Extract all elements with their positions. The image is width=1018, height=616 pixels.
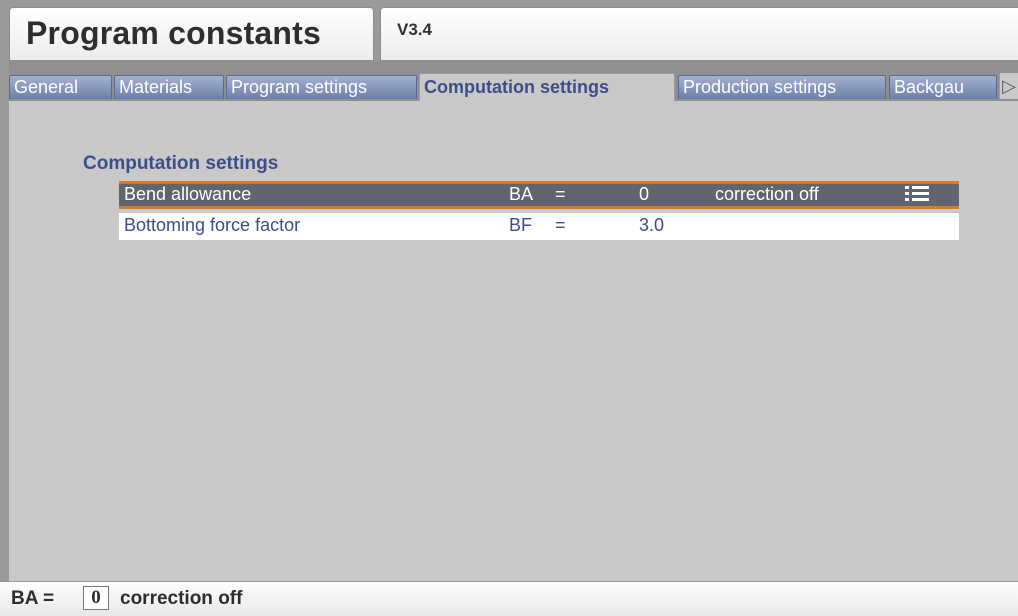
tab-bar: General Materials Program settings Compu…: [9, 61, 1018, 101]
param-equals: =: [555, 184, 566, 204]
title-panel: Program constants: [9, 7, 374, 61]
tab-materials[interactable]: Materials: [114, 75, 224, 99]
tab-scroll-right-icon[interactable]: ▷: [999, 73, 1018, 99]
content-panel: Computation settings Bend allowance BA =…: [9, 101, 1018, 581]
section-title: Computation settings: [83, 153, 279, 174]
param-value[interactable]: 3.0: [639, 215, 664, 236]
tab-backgauge[interactable]: Backgau: [889, 75, 997, 99]
param-symbol: BA: [509, 184, 534, 204]
param-extra: correction off: [715, 184, 819, 204]
status-text: correction off: [120, 588, 243, 609]
version-label: V3.4: [397, 20, 432, 39]
param-row-bottoming-force-factor[interactable]: Bottoming force factor BF = 3.0: [119, 213, 959, 240]
param-value[interactable]: 0: [639, 184, 649, 205]
version-panel: V3.4: [380, 7, 1018, 61]
tab-production-settings[interactable]: Production settings: [678, 75, 886, 99]
status-value-field[interactable]: 0: [83, 586, 109, 610]
tab-general[interactable]: General: [9, 75, 112, 99]
param-row-bend-allowance[interactable]: Bend allowance BA = 0 correction off: [119, 181, 959, 209]
tab-program-settings[interactable]: Program settings: [226, 75, 417, 99]
status-bar: BA = 0 correction off: [0, 581, 1018, 616]
tab-computation-settings[interactable]: Computation settings: [419, 73, 675, 101]
list-icon[interactable]: [905, 184, 929, 207]
page-title: Program constants: [26, 15, 322, 51]
status-label: BA =: [11, 588, 55, 609]
param-symbol: BF: [509, 215, 533, 235]
param-equals: =: [555, 215, 566, 235]
param-label: Bottoming force factor: [124, 215, 301, 235]
param-label: Bend allowance: [124, 184, 252, 204]
